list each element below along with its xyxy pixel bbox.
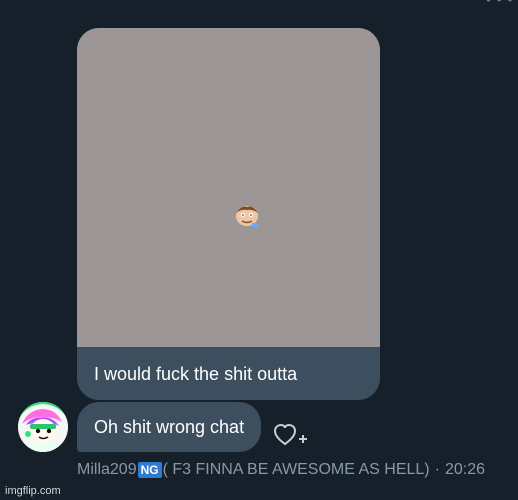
message-text: Oh shit wrong chat [94, 417, 245, 437]
message-meta: Milla209 NG ( F3 FINNA BE AWESOME AS HEL… [77, 458, 485, 482]
meta-separator: · [434, 461, 440, 478]
more-options-icon[interactable]: • • • [486, 0, 513, 6]
avatar-image [18, 402, 68, 452]
tiny-cartoon-face-image [236, 206, 258, 227]
ng-badge: NG [137, 462, 162, 478]
sender-name-suffix: ( F3 FINNA BE AWESOME AS HELL) [162, 461, 430, 478]
media-caption-text: I would fuck the shit outta [94, 364, 298, 384]
sender-name[interactable]: Milla209 [77, 460, 137, 480]
message-bubble[interactable]: Oh shit wrong chat [77, 402, 261, 452]
media-caption: I would fuck the shit outta [77, 347, 380, 400]
avatar[interactable] [18, 402, 68, 452]
heart-plus-icon [273, 423, 307, 446]
watermark-text: imgflip.com [5, 485, 61, 497]
media-message-bubble[interactable]: I would fuck the shit outta [77, 28, 380, 400]
message-timestamp: 20:26 [444, 461, 485, 478]
add-reaction-button[interactable] [273, 422, 307, 448]
shared-image[interactable] [77, 28, 380, 347]
